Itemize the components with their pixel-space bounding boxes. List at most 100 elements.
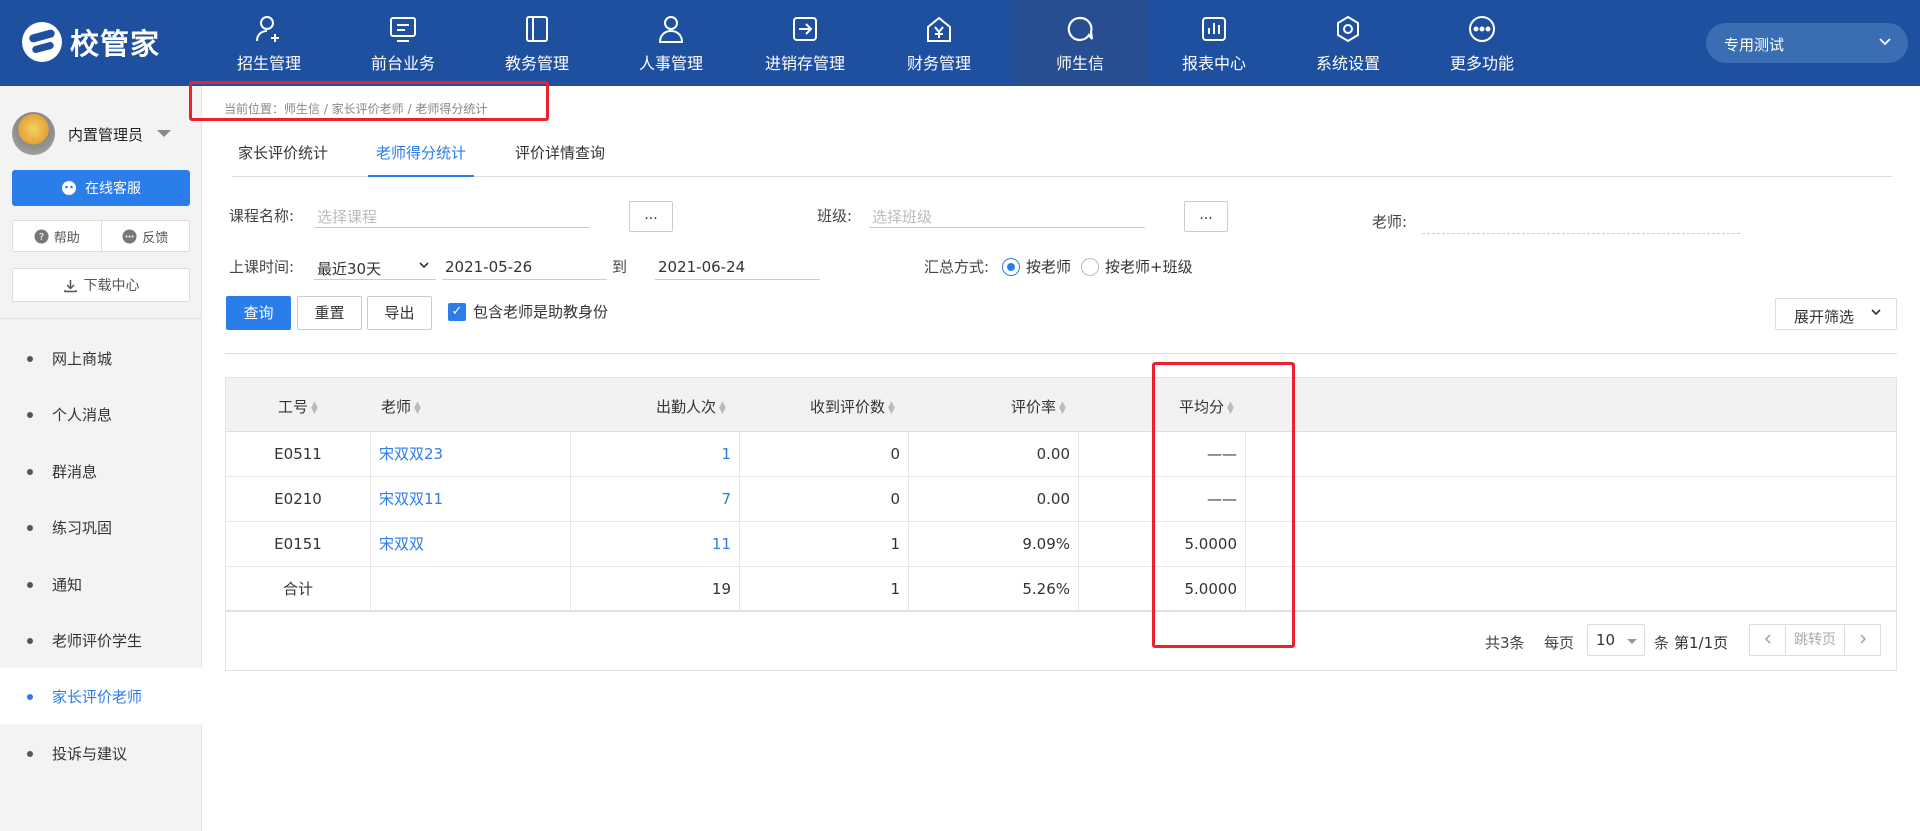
more-dots-icon: [1469, 16, 1495, 42]
reset-button[interactable]: 重置: [297, 296, 362, 330]
help-button[interactable]: ? 帮助: [13, 221, 101, 251]
time-range-select[interactable]: 最近30天: [314, 252, 436, 280]
teacher-input[interactable]: [1422, 206, 1740, 234]
nav-item-teacher-student[interactable]: 师生信: [1013, 0, 1147, 86]
column-header-employee-id[interactable]: 工号 ▲ ▼: [278, 396, 318, 417]
sort-icon[interactable]: ▲ ▼: [311, 400, 318, 415]
page-size-select[interactable]: 10: [1587, 624, 1645, 656]
feedback-button[interactable]: 反馈: [100, 221, 190, 251]
cell-attendance-link[interactable]: 7: [571, 477, 740, 522]
nav-label: 进销存管理: [764, 54, 845, 73]
bullet: [27, 694, 33, 700]
bullet: [27, 582, 33, 588]
sidebar-item-group-messages[interactable]: 群消息: [0, 443, 202, 499]
highlight-box-breadcrumb: [189, 81, 549, 121]
course-picker-button[interactable]: ...: [629, 201, 673, 232]
cell-rating-rate: 0.00: [909, 432, 1079, 477]
export-button[interactable]: 导出: [367, 296, 432, 330]
nav-item-inventory[interactable]: 进销存管理: [738, 0, 872, 86]
sort-icon[interactable]: ▲ ▼: [1059, 400, 1066, 415]
sidebar-item-practice[interactable]: 练习巩固: [0, 499, 202, 555]
feedback-label: 反馈: [142, 230, 169, 246]
nav-item-more[interactable]: 更多功能: [1415, 0, 1549, 86]
class-label: 班级:: [817, 207, 853, 225]
svg-text:?: ?: [39, 232, 44, 243]
next-page-button[interactable]: [1844, 624, 1881, 656]
date-from-input[interactable]: 2021-05-26: [442, 252, 607, 280]
header-label: 老师: [381, 398, 412, 416]
include-assistant-checkbox[interactable]: ✓ 包含老师是助教身份: [448, 301, 608, 322]
nav-item-reports[interactable]: 报表中心: [1147, 0, 1281, 86]
campus-select[interactable]: 专用测试: [1706, 23, 1908, 63]
avatar[interactable]: [12, 112, 55, 155]
sidebar-divider: [0, 318, 202, 319]
nav-item-hr[interactable]: 人事管理: [604, 0, 738, 86]
teacher-label: 老师:: [1372, 213, 1408, 231]
sidebar-item-teacher-rates-student[interactable]: 老师评价学生: [0, 612, 202, 668]
cell-ratings-received: 1: [740, 522, 909, 567]
header-label: 收到评价数: [810, 398, 886, 416]
nav-item-admissions[interactable]: 招生管理: [202, 0, 336, 86]
cell-attendance-link[interactable]: 11: [571, 522, 740, 567]
class-input[interactable]: 选择班级: [869, 200, 1145, 228]
nav-label: 系统设置: [1315, 54, 1380, 73]
nav-item-settings[interactable]: 系统设置: [1281, 0, 1415, 86]
app-logo[interactable]: 校管家: [22, 22, 160, 62]
sidebar: 内置管理员 在线客服 ? 帮助 反馈 下载中心 网上商城 个人消息 群消息 练习…: [0, 86, 202, 831]
online-service-button[interactable]: 在线客服: [12, 170, 190, 206]
class-picker-button[interactable]: ...: [1184, 201, 1228, 232]
sidebar-item-notice[interactable]: 通知: [0, 556, 202, 612]
sidebar-item-label: 个人消息: [52, 406, 113, 424]
page-size-value: 10: [1596, 631, 1616, 649]
cell-employee-id: E0210: [226, 477, 371, 522]
sidebar-item-parent-rates-teacher[interactable]: 家长评价老师: [0, 668, 202, 724]
column-header-rating-rate[interactable]: 评价率 ▲ ▼: [1011, 396, 1066, 417]
nav-item-front-desk[interactable]: 前台业务: [336, 0, 470, 86]
nav-label: 招生管理: [236, 54, 301, 73]
cell-total-ratings: 1: [740, 567, 909, 612]
chevron-right-icon: [1859, 634, 1866, 644]
expand-filter-button[interactable]: 展开筛选: [1775, 298, 1897, 330]
course-input[interactable]: 选择课程: [314, 200, 590, 228]
radio-by-teacher-class[interactable]: 按老师+班级: [1081, 256, 1193, 277]
column-header-ratings-received[interactable]: 收到评价数 ▲ ▼: [810, 396, 895, 417]
cell-teacher-link[interactable]: 宋双双23: [371, 432, 571, 477]
radio-by-teacher[interactable]: 按老师: [1002, 256, 1071, 277]
jump-page-input[interactable]: 跳转页: [1785, 624, 1845, 656]
bullet: [27, 525, 33, 531]
query-button[interactable]: 查询: [226, 296, 291, 330]
monitor-icon: [390, 17, 416, 42]
download-center-button[interactable]: 下载中心: [12, 268, 190, 302]
sort-icon[interactable]: ▲ ▼: [414, 400, 421, 415]
sidebar-item-complaints[interactable]: 投诉与建议: [0, 725, 202, 781]
nav-label: 报表中心: [1181, 54, 1246, 73]
logo-icon: [22, 22, 62, 62]
column-header-attendance[interactable]: 出勤人次 ▲ ▼: [656, 396, 726, 417]
nav-item-finance[interactable]: 财务管理: [872, 0, 1006, 86]
cell-attendance-link[interactable]: 1: [571, 432, 740, 477]
sidebar-item-label: 网上商城: [52, 350, 113, 368]
chevron-down-icon: [1871, 309, 1881, 316]
cell-teacher-link[interactable]: 宋双双11: [371, 477, 571, 522]
tab-teacher-score-stats[interactable]: 老师得分统计: [368, 133, 475, 177]
sidebar-item-personal-messages[interactable]: 个人消息: [0, 386, 202, 442]
divider: [225, 353, 1897, 354]
date-to-input[interactable]: 2021-06-24: [655, 252, 820, 280]
tab-parent-rating-stats[interactable]: 家长评价统计: [238, 133, 328, 177]
cell-teacher-link[interactable]: 宋双双: [371, 522, 571, 567]
sidebar-item-online-mall[interactable]: 网上商城: [0, 330, 202, 386]
column-header-teacher[interactable]: 老师 ▲ ▼: [381, 396, 421, 417]
nav-label: 前台业务: [370, 54, 435, 73]
user-name[interactable]: 内置管理员: [68, 124, 143, 145]
checkmark-icon: ✓: [448, 302, 466, 321]
chat-bubble-icon: [1067, 16, 1094, 42]
caret-down-icon[interactable]: [157, 130, 171, 137]
nav-item-academic[interactable]: 教务管理: [470, 0, 604, 86]
download-center-label: 下载中心: [83, 278, 140, 294]
include-assistant-label: 包含老师是助教身份: [473, 303, 609, 321]
sort-icon[interactable]: ▲ ▼: [719, 400, 726, 415]
prev-page-button[interactable]: [1749, 624, 1786, 656]
sort-icon[interactable]: ▲ ▼: [888, 400, 895, 415]
pagination: 共3条 每页 10 条 第1/1页 跳转页: [226, 612, 1896, 670]
tab-rating-detail-query[interactable]: 评价详情查询: [515, 133, 605, 177]
